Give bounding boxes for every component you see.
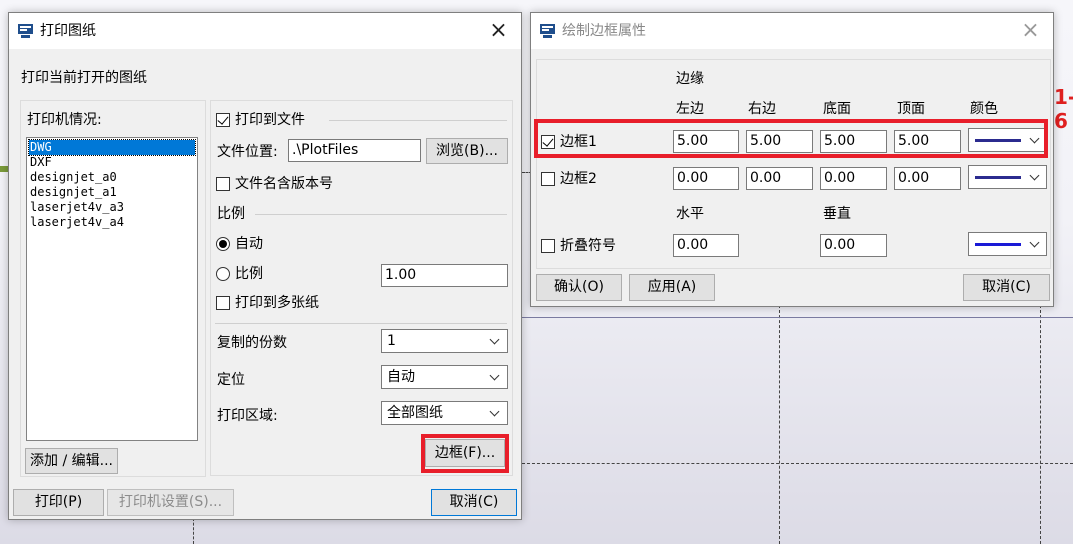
fold-color-select[interactable] xyxy=(968,232,1047,256)
list-item[interactable]: designjet_a1 xyxy=(29,185,117,200)
color-swatch xyxy=(975,176,1021,179)
border2-label[interactable]: 边框2 xyxy=(560,170,597,188)
list-item[interactable]: DWG xyxy=(28,139,196,156)
vertical-label: 垂直 xyxy=(823,206,851,222)
chevron-down-icon xyxy=(489,406,500,417)
include-version-checkbox[interactable] xyxy=(216,177,230,191)
fold-label[interactable]: 折叠符号 xyxy=(560,237,616,255)
list-item[interactable]: designjet_a0 xyxy=(29,170,117,185)
multi-sheet-label[interactable]: 打印到多张纸 xyxy=(235,294,319,312)
grid-line xyxy=(779,300,780,544)
scale-auto-radio[interactable] xyxy=(216,237,230,251)
print-dialog-title: 打印图纸 xyxy=(40,23,96,39)
include-version-label[interactable]: 文件名含版本号 xyxy=(235,175,333,193)
orientation-label: 定位 xyxy=(217,372,245,388)
apply-button[interactable]: 应用(A) xyxy=(629,274,715,301)
column-top: 顶面 xyxy=(897,101,925,117)
close-icon[interactable]: × xyxy=(1008,13,1053,49)
app-icon xyxy=(540,24,555,38)
grid-line xyxy=(1040,300,1041,544)
highlight-box xyxy=(421,434,509,473)
orientation-select[interactable]: 自动 xyxy=(381,365,508,389)
fold-horizontal-input[interactable]: 0.00 xyxy=(673,234,739,257)
border-dialog-titlebar[interactable]: 绘制边框属性 × xyxy=(531,13,1053,49)
print-dialog-titlebar[interactable]: 打印图纸 × xyxy=(9,13,521,49)
chevron-down-icon xyxy=(1029,170,1040,181)
orientation-value: 自动 xyxy=(387,369,415,385)
multi-sheet-checkbox[interactable] xyxy=(216,296,230,310)
printer-group-label: 打印机情况: xyxy=(27,112,102,128)
list-item[interactable]: laserjet4v_a4 xyxy=(29,215,124,230)
scale-ratio-radio[interactable] xyxy=(216,267,230,281)
file-location-input[interactable]: .\PlotFiles xyxy=(288,139,421,162)
green-marker xyxy=(0,166,8,172)
divider xyxy=(215,323,507,324)
copies-select[interactable]: 1 xyxy=(381,329,508,353)
chevron-down-icon xyxy=(489,370,500,381)
divider xyxy=(255,214,507,215)
print-button[interactable]: 打印(P) xyxy=(13,489,104,516)
browse-button[interactable]: 浏览(B)... xyxy=(426,138,508,164)
grid-line xyxy=(522,463,1073,464)
add-edit-button[interactable]: 添加 / 编辑... xyxy=(25,448,118,474)
close-icon[interactable]: × xyxy=(476,13,521,49)
border2-color-select[interactable] xyxy=(968,165,1047,189)
grid-line xyxy=(193,518,194,544)
border-settings-group: 边缘 左边 右边 底面 顶面 颜色 边框1 5.00 5.00 5.00 5.0… xyxy=(536,59,1051,269)
print-to-file-checkbox[interactable] xyxy=(216,113,230,127)
column-bottom: 底面 xyxy=(823,101,851,117)
margin-header: 边缘 xyxy=(676,71,704,87)
ok-button[interactable]: 确认(O) xyxy=(536,274,622,301)
print-dialog: 打印图纸 × 打印当前打开的图纸 打印机情况: DWG DXF designje… xyxy=(8,12,522,520)
border2-bottom-input[interactable]: 0.00 xyxy=(820,167,887,190)
scale-auto-label[interactable]: 自动 xyxy=(235,235,263,253)
area-label: 打印区域: xyxy=(217,408,278,424)
printer-group: 打印机情况: DWG DXF designjet_a0 designjet_a1… xyxy=(20,100,206,477)
copies-value: 1 xyxy=(387,333,396,349)
chevron-down-icon xyxy=(1029,237,1040,248)
horizontal-label: 水平 xyxy=(676,206,704,222)
list-item[interactable]: laserjet4v_a3 xyxy=(29,200,124,215)
column-right: 右边 xyxy=(748,101,776,117)
border2-right-input[interactable]: 0.00 xyxy=(746,167,813,190)
list-item[interactable]: DXF xyxy=(29,155,52,170)
fold-vertical-input[interactable]: 0.00 xyxy=(820,234,887,257)
scale-section-label: 比例 xyxy=(217,206,245,222)
area-value: 全部图纸 xyxy=(387,405,443,421)
cancel-button[interactable]: 取消(C) xyxy=(431,489,517,516)
area-select[interactable]: 全部图纸 xyxy=(381,401,508,425)
scale-ratio-label[interactable]: 比例 xyxy=(235,265,263,283)
highlight-box xyxy=(534,119,1048,158)
column-color: 颜色 xyxy=(970,101,998,117)
border2-top-input[interactable]: 0.00 xyxy=(894,167,961,190)
scale-ratio-input[interactable]: 1.00 xyxy=(381,264,508,287)
file-location-label: 文件位置: xyxy=(217,144,278,160)
cancel-button[interactable]: 取消(C) xyxy=(963,274,1050,301)
printer-list[interactable]: DWG DXF designjet_a0 designjet_a1 laserj… xyxy=(26,137,198,441)
border-dialog-title: 绘制边框属性 xyxy=(562,23,646,39)
chevron-down-icon xyxy=(489,334,500,345)
edge-label: 1-6 xyxy=(1054,85,1073,133)
divider xyxy=(329,120,507,121)
copies-label: 复制的份数 xyxy=(217,335,287,351)
app-icon xyxy=(18,24,33,38)
printer-settings-button[interactable]: 打印机设置(S)... xyxy=(107,489,234,516)
print-dialog-header: 打印当前打开的图纸 xyxy=(21,70,147,86)
border2-left-input[interactable]: 0.00 xyxy=(673,167,739,190)
border-dialog: 绘制边框属性 × 边缘 左边 右边 底面 顶面 颜色 边框1 5.00 5.00… xyxy=(530,12,1054,307)
print-to-file-label[interactable]: 打印到文件 xyxy=(235,111,305,129)
color-swatch xyxy=(975,243,1021,246)
grid-line xyxy=(522,317,1073,318)
fold-checkbox[interactable] xyxy=(541,239,555,253)
options-group: 打印到文件 文件位置: .\PlotFiles 浏览(B)... 文件名含版本号… xyxy=(210,100,513,476)
column-left: 左边 xyxy=(676,101,704,117)
border2-checkbox[interactable] xyxy=(541,172,555,186)
